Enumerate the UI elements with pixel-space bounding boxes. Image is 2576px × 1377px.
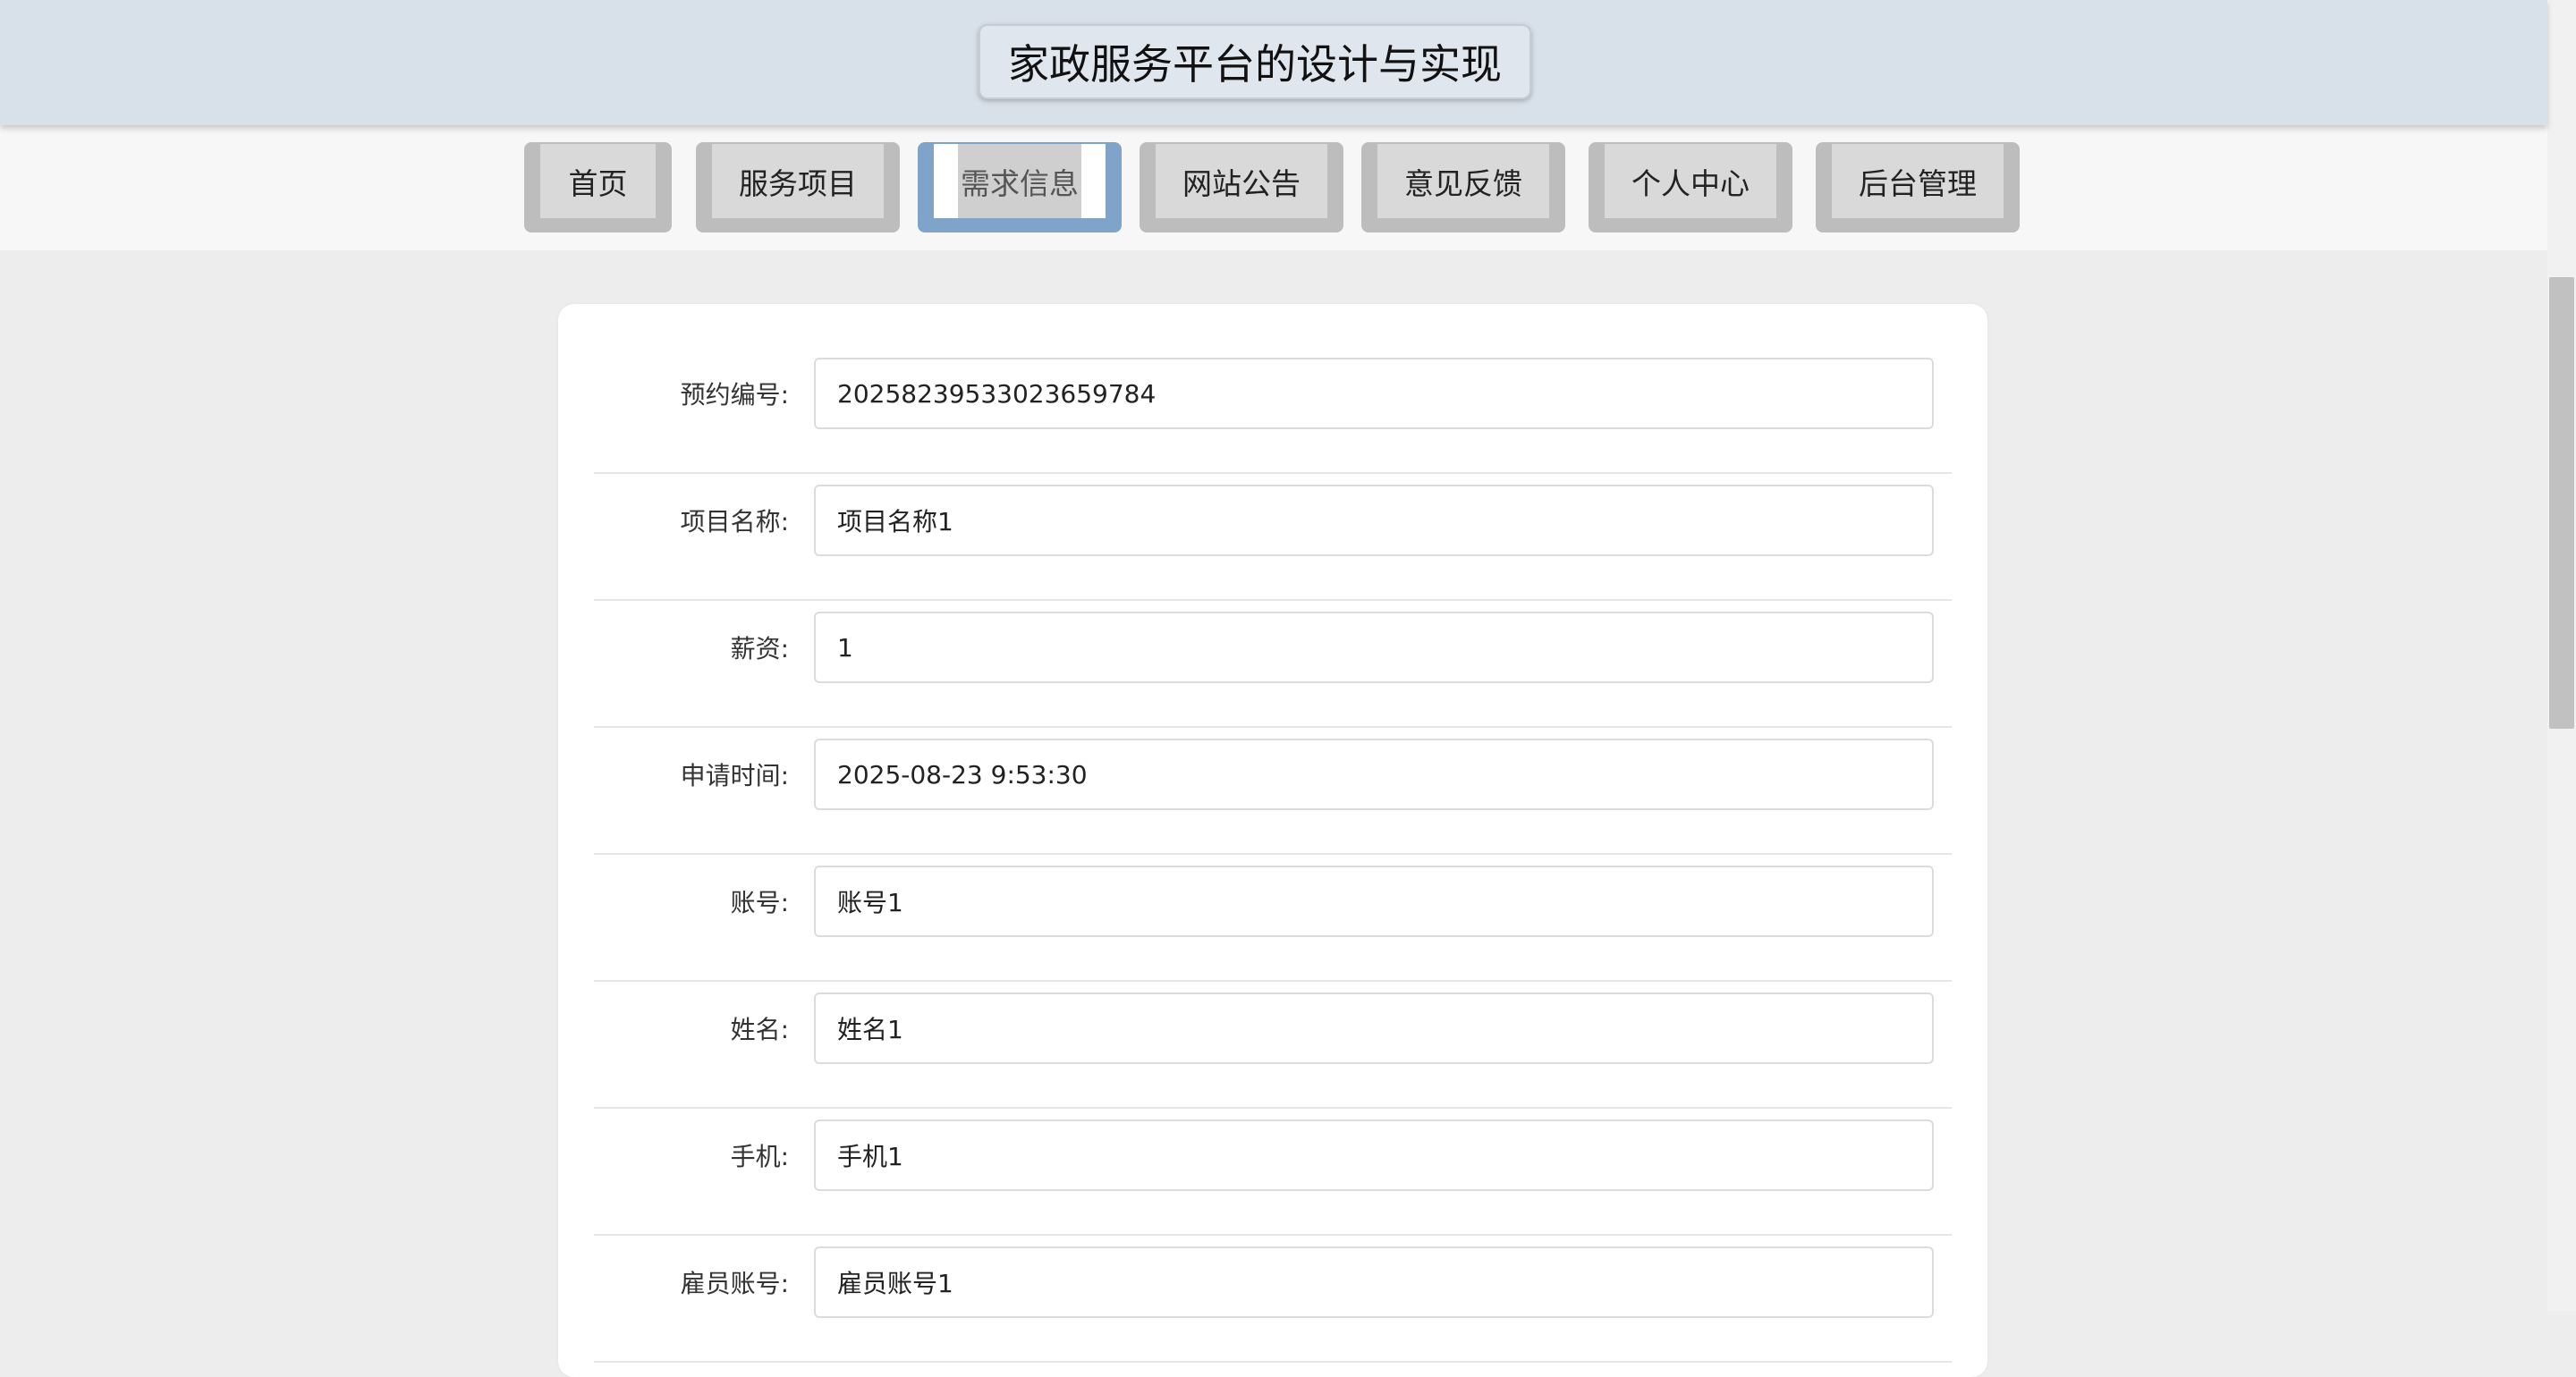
nav-item-admin[interactable]: 后台管理 [1816, 142, 2020, 232]
nav-item-home[interactable]: 首页 [524, 142, 672, 232]
account-field[interactable] [814, 866, 1934, 937]
form-row-booking-number: 预约编号: [594, 358, 1952, 474]
nav-item-services[interactable]: 服务项目 [696, 142, 900, 232]
form-row-account: 账号: [594, 866, 1952, 982]
nav-item-label: 意见反馈 [1377, 144, 1549, 218]
main-nav: 首页 服务项目 需求信息 网站公告 意见反馈 个人中心 后台管理 [0, 125, 2547, 250]
field-label: 预约编号: [680, 380, 789, 410]
nav-item-profile[interactable]: 个人中心 [1589, 142, 1792, 232]
field-label: 账号: [730, 888, 789, 917]
nav-item-label: 首页 [540, 144, 656, 218]
field-label: 申请时间: [680, 761, 789, 790]
form-row-project-name: 项目名称: [594, 485, 1952, 601]
scrollbar-thumb[interactable] [2549, 277, 2574, 729]
phone-field[interactable] [814, 1119, 1934, 1191]
name-field[interactable] [814, 993, 1934, 1064]
employee-account-field[interactable] [814, 1246, 1934, 1318]
nav-item-demand-info[interactable]: 需求信息 [918, 142, 1122, 232]
site-title: 家政服务平台的设计与实现 [979, 24, 1531, 99]
site-header: 家政服务平台的设计与实现 [0, 0, 2547, 125]
booking-number-field[interactable] [814, 358, 1934, 429]
field-label: 姓名: [730, 1015, 789, 1044]
field-label: 项目名称: [680, 507, 789, 536]
form-row-name: 姓名: [594, 993, 1952, 1109]
nav-item-feedback[interactable]: 意见反馈 [1361, 142, 1565, 232]
vertical-scrollbar[interactable] [2547, 0, 2576, 1311]
salary-field[interactable] [814, 612, 1934, 683]
nav-item-label: 后台管理 [1832, 144, 2004, 218]
apply-time-field[interactable] [814, 739, 1934, 810]
field-label: 薪资: [730, 634, 789, 663]
form-row-phone: 手机: [594, 1119, 1952, 1236]
form-row-salary: 薪资: [594, 612, 1952, 728]
nav-item-announcements[interactable]: 网站公告 [1140, 142, 1343, 232]
nav-item-label: 服务项目 [712, 144, 884, 218]
project-name-field[interactable] [814, 485, 1934, 556]
form-row-apply-time: 申请时间: [594, 739, 1952, 855]
detail-card: 预约编号: 项目名称: 薪资: 申请时间: 账号: 姓名: 手机: 雇员账号: [558, 304, 1987, 1377]
nav-item-label: 网站公告 [1156, 144, 1327, 218]
form-row-employee-account: 雇员账号: [594, 1246, 1952, 1363]
nav-item-label: 个人中心 [1605, 144, 1776, 218]
field-label: 雇员账号: [680, 1269, 789, 1298]
nav-item-label: 需求信息 [934, 144, 1106, 218]
field-label: 手机: [730, 1142, 789, 1171]
